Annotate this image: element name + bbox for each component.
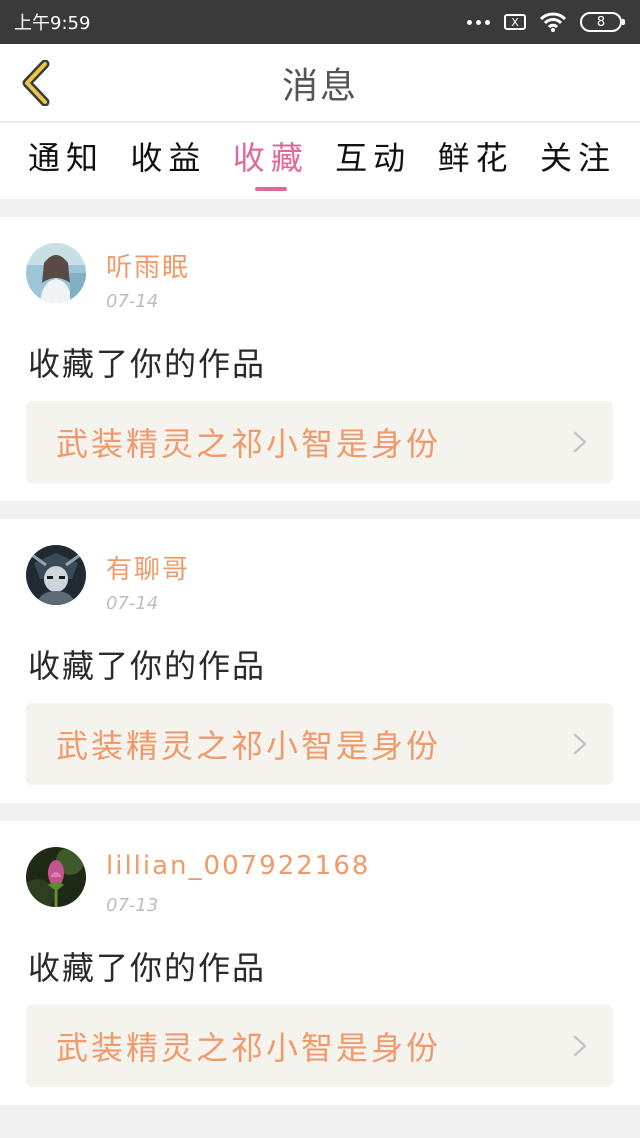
tab-interactions[interactable]: 互动 <box>335 123 411 189</box>
tab-favorites[interactable]: 收藏 <box>232 123 309 191</box>
avatar-portrait-icon <box>26 545 86 605</box>
message-card: lillian_007922168 07-13 收藏了你的作品 武装精灵之祁小智… <box>0 821 640 1105</box>
work-link[interactable]: 武装精灵之祁小智是身份 <box>26 401 613 483</box>
avatar[interactable] <box>26 847 86 907</box>
active-tab-indicator <box>254 187 287 191</box>
message-date: 07-13 <box>106 895 159 916</box>
username[interactable]: 听雨眠 <box>106 247 190 284</box>
tab-bar: 通知 收益 收藏 互动 鲜花 关注 <box>0 123 640 199</box>
work-title: 武装精灵之祁小智是身份 <box>56 727 442 765</box>
message-list: 听雨眠 07-14 收藏了你的作品 武装精灵之祁小智是身份 有聊哥 07-14 … <box>0 217 640 1123</box>
work-title: 武装精灵之祁小智是身份 <box>56 1029 442 1067</box>
battery-icon: 8 <box>580 12 625 32</box>
tab-notifications[interactable]: 通知 <box>28 123 104 189</box>
avatar[interactable] <box>26 545 86 605</box>
chevron-right-icon <box>573 733 587 755</box>
flower-bud-icon <box>26 847 86 907</box>
work-title: 武装精灵之祁小智是身份 <box>56 425 442 463</box>
message-card: 听雨眠 07-14 收藏了你的作品 武装精灵之祁小智是身份 <box>0 217 640 501</box>
message-card: 有聊哥 07-14 收藏了你的作品 武装精灵之祁小智是身份 <box>0 519 640 803</box>
avatar[interactable] <box>26 243 86 303</box>
sim-card-icon: X <box>504 14 526 30</box>
tab-label: 鲜花 <box>437 139 514 177</box>
page-title: 消息 <box>281 65 358 107</box>
more-dots-icon <box>467 19 490 25</box>
username[interactable]: 有聊哥 <box>106 549 190 586</box>
action-text: 收藏了你的作品 <box>28 345 267 383</box>
battery-level: 8 <box>596 14 606 30</box>
work-link[interactable]: 武装精灵之祁小智是身份 <box>26 703 613 785</box>
work-link[interactable]: 武装精灵之祁小智是身份 <box>26 1005 613 1087</box>
sim-label: X <box>511 15 519 29</box>
username[interactable]: lillian_007922168 <box>106 851 370 881</box>
status-time: 上午9:59 <box>14 13 91 34</box>
back-button[interactable] <box>14 58 58 108</box>
status-icons: X 8 <box>467 12 625 32</box>
tab-label: 收藏 <box>232 139 309 177</box>
chevron-right-icon <box>573 431 587 453</box>
action-text: 收藏了你的作品 <box>28 647 267 685</box>
tab-label: 互动 <box>335 139 412 177</box>
tab-label: 收益 <box>130 139 207 177</box>
message-date: 07-14 <box>106 593 159 614</box>
tab-flowers[interactable]: 鲜花 <box>438 123 514 189</box>
title-bar: 消息 <box>0 44 640 122</box>
tab-label: 关注 <box>539 139 616 177</box>
status-bar: 上午9:59 X 8 <box>0 0 640 44</box>
message-date: 07-14 <box>106 291 159 312</box>
action-text: 收藏了你的作品 <box>28 949 267 987</box>
tab-label: 通知 <box>28 139 105 177</box>
wifi-icon <box>540 12 566 32</box>
tab-follows[interactable]: 关注 <box>540 123 616 189</box>
tab-earnings[interactable]: 收益 <box>130 123 206 189</box>
chevron-right-icon <box>573 1035 587 1057</box>
avatar-portrait-icon <box>26 243 86 303</box>
chevron-left-icon <box>22 60 50 106</box>
